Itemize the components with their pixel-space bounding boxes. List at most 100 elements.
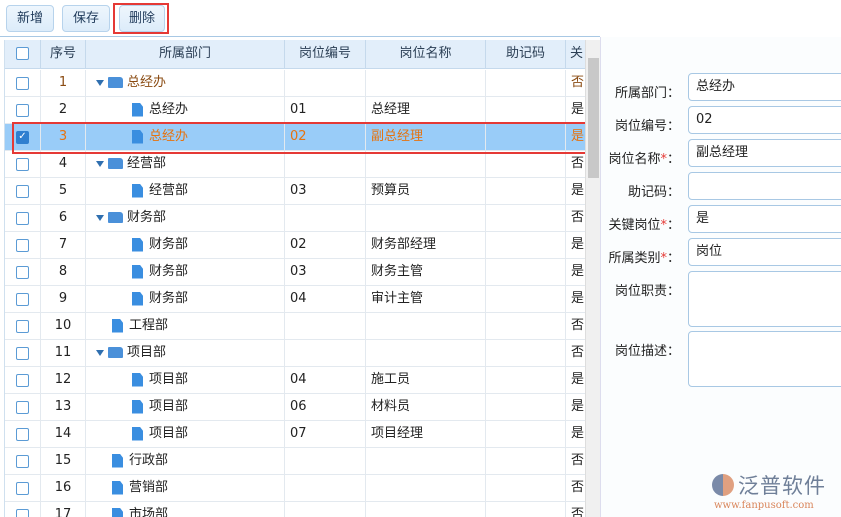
cell-no: 14 [41,421,86,447]
cell-name [366,448,486,474]
field-input[interactable] [688,271,841,327]
field-input[interactable] [688,172,841,200]
field-label: 岗位名称*： [608,152,680,167]
cell-mnemonic [486,286,566,312]
cell-code: 03 [285,259,366,285]
save-button[interactable]: 保存 [62,5,110,32]
cell-name [366,70,486,96]
table-row[interactable]: 4 经营部 否 [5,151,585,178]
cell-key: 否 [566,475,585,501]
add-button[interactable]: 新增 [6,5,54,32]
folder-icon [108,77,123,88]
cell-code: 04 [285,367,366,393]
cell-dept: 总经办 [86,97,285,123]
table-row[interactable]: 9 财务部 04 审计主管 是 [5,286,585,313]
label-text: 岗位名称 [608,152,661,167]
row-checkbox[interactable] [16,401,29,414]
table-row[interactable]: 15 行政部 否 [5,448,585,475]
cell-no: 5 [41,178,86,204]
cell-mnemonic [486,70,566,96]
table-row[interactable]: 7 财务部 02 财务部经理 是 [5,232,585,259]
row-checkbox[interactable] [16,158,29,171]
cell-no: 7 [41,232,86,258]
folder-icon [108,212,123,223]
scrollbar-thumb[interactable] [588,58,599,178]
dept-name: 财务部 [149,291,189,306]
field-input[interactable]: 02 [688,106,841,134]
label-text: 岗位描述 [614,344,667,359]
table-row[interactable]: 8 财务部 03 财务主管 是 [5,259,585,286]
dept-name: 财务部 [127,210,167,225]
row-checkbox[interactable] [16,104,29,117]
field-input[interactable]: 岗位 [688,238,841,266]
grid-scrollbar[interactable] [585,40,600,517]
field-label: 关键岗位*： [608,218,680,233]
required-mark: * [660,152,667,167]
field-input[interactable] [688,331,841,387]
header-code[interactable]: 岗位编号 [285,40,366,68]
field-input[interactable]: 是 [688,205,841,233]
field-input[interactable]: 总经办 [688,73,841,101]
dept-name: 经营部 [127,156,167,171]
header-dept[interactable]: 所属部门 [86,40,285,68]
expand-arrow-icon[interactable] [96,79,104,86]
cell-no: 4 [41,151,86,177]
cell-dept: 项目部 [86,394,285,420]
select-all-checkbox[interactable] [16,47,29,60]
cell-no: 1 [41,70,86,96]
cell-code: 07 [285,421,366,447]
row-checkbox[interactable] [16,320,29,333]
highlight-selected-row [12,122,600,154]
table-row[interactable]: 17 市场部 否 [5,502,585,517]
cell-code [285,448,366,474]
table-row[interactable]: 14 项目部 07 项目经理 是 [5,421,585,448]
cell-dept: 项目部 [86,367,285,393]
file-icon [132,102,143,117]
table-row[interactable]: 16 营销部 否 [5,475,585,502]
row-checkbox[interactable] [16,347,29,360]
cell-name [366,502,486,517]
row-checkbox[interactable] [16,374,29,387]
expand-arrow-icon[interactable] [96,160,104,167]
cell-mnemonic [486,178,566,204]
field-input[interactable]: 副总经理 [688,139,841,167]
row-checkbox[interactable] [16,77,29,90]
cell-dept: 财务部 [86,259,285,285]
field-label: 助记码： [627,185,680,200]
cell-name [366,151,486,177]
header-name[interactable]: 岗位名称 [366,40,486,68]
row-checkbox[interactable] [16,185,29,198]
row-checkbox[interactable] [16,509,29,517]
table-row[interactable]: 5 经营部 03 预算员 是 [5,178,585,205]
row-checkbox[interactable] [16,293,29,306]
file-icon [132,399,143,414]
row-checkbox[interactable] [16,212,29,225]
cell-code [285,70,366,96]
row-checkbox[interactable] [16,428,29,441]
row-checkbox[interactable] [16,455,29,468]
row-checkbox[interactable] [16,266,29,279]
cell-name: 财务主管 [366,259,486,285]
folder-icon [108,158,123,169]
cell-dept: 经营部 [86,151,285,177]
header-no[interactable]: 序号 [41,40,86,68]
cell-key: 是 [566,259,585,285]
header-mnemonic[interactable]: 助记码 [486,40,566,68]
table-row[interactable]: 11 项目部 否 [5,340,585,367]
header-key[interactable]: 关 [566,40,585,68]
table-row[interactable]: 10 工程部 否 [5,313,585,340]
table-row[interactable]: 6 财务部 否 [5,205,585,232]
table-row[interactable]: 12 项目部 04 施工员 是 [5,367,585,394]
expand-arrow-icon[interactable] [96,214,104,221]
row-checkbox[interactable] [16,239,29,252]
table-row[interactable]: 2 总经办 01 总经理 是 [5,97,585,124]
file-icon [132,372,143,387]
table-row[interactable]: 13 项目部 06 材料员 是 [5,394,585,421]
row-checkbox[interactable] [16,482,29,495]
expand-arrow-icon[interactable] [96,349,104,356]
cell-dept: 财务部 [86,232,285,258]
cell-name: 总经理 [366,97,486,123]
cell-name: 财务部经理 [366,232,486,258]
cell-dept: 项目部 [86,421,285,447]
table-row[interactable]: 1 总经办 否 [5,70,585,97]
